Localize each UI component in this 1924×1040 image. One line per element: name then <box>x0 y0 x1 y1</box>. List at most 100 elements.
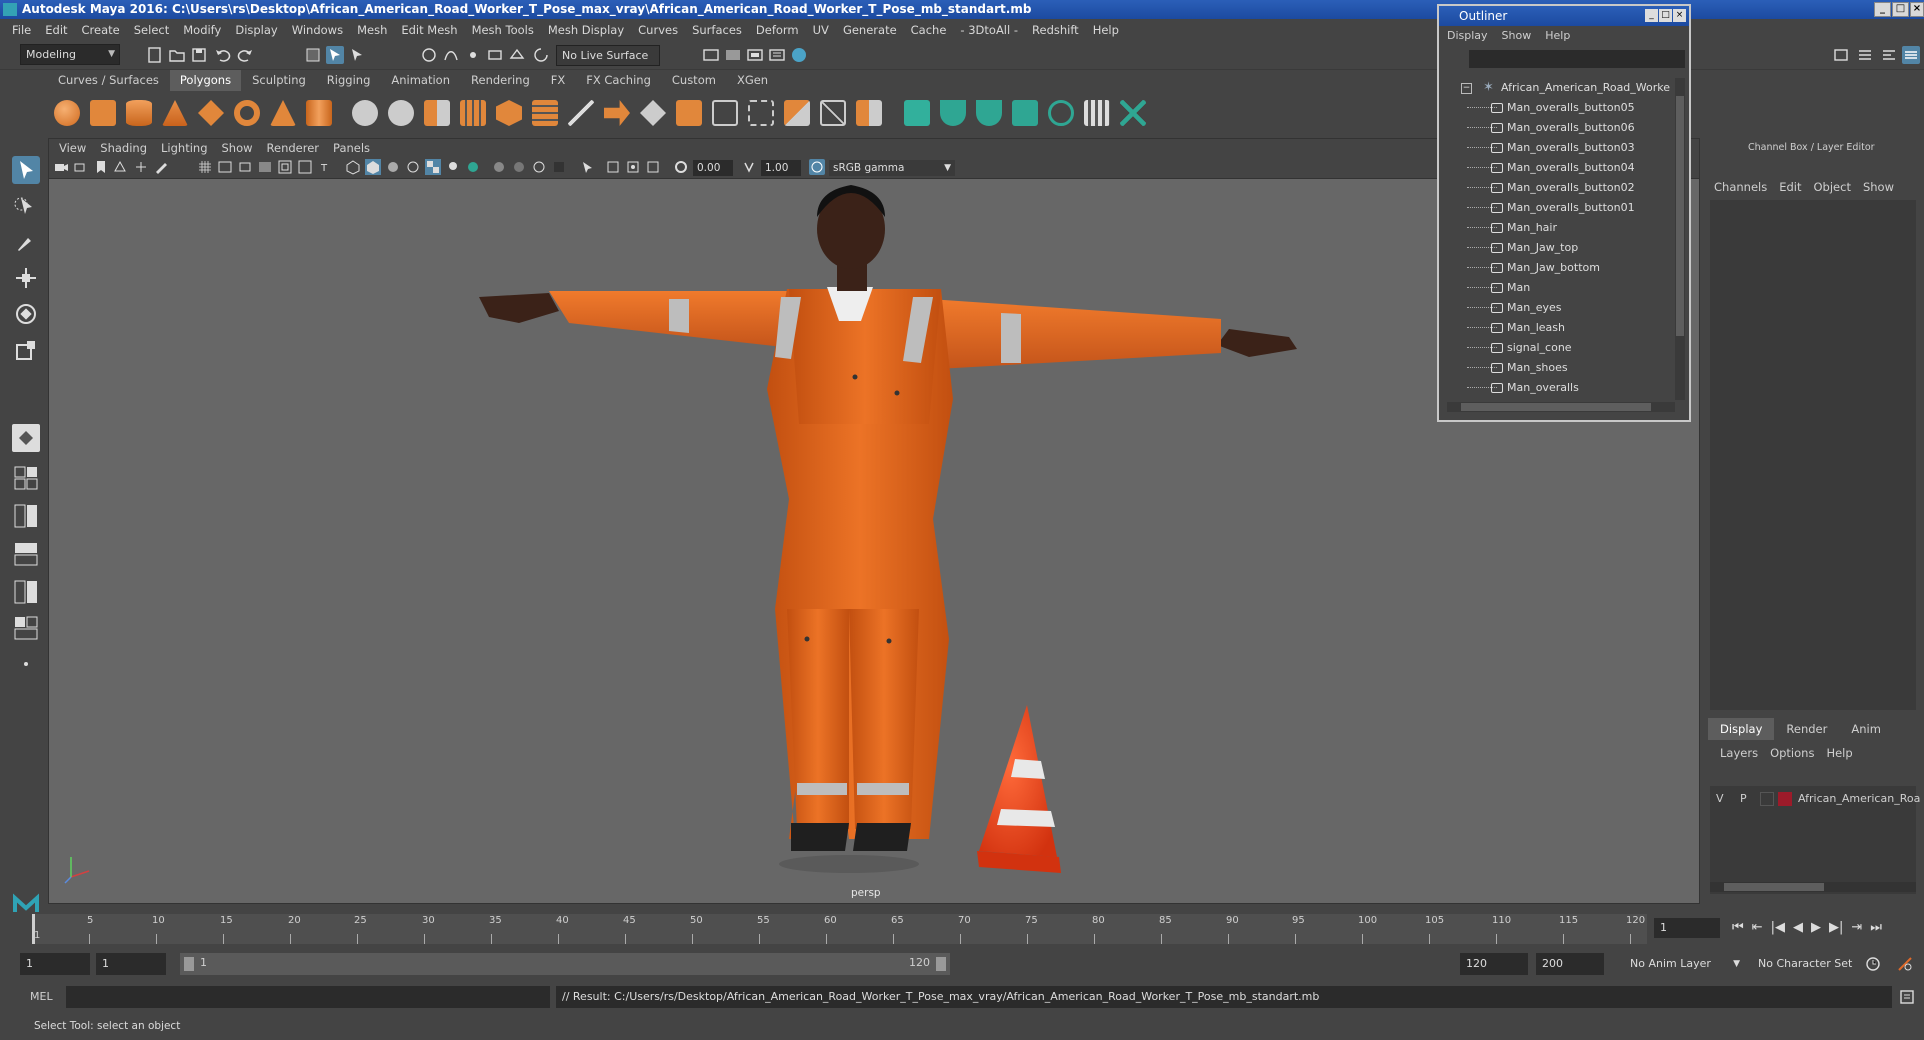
remesh-icon[interactable] <box>532 100 558 126</box>
close-icon[interactable]: × <box>1673 9 1686 22</box>
auto-key-icon[interactable] <box>1864 955 1882 973</box>
shelf-tab-sculpting[interactable]: Sculpting <box>242 70 316 91</box>
outliner-menu-help[interactable]: Help <box>1545 26 1570 46</box>
shelf-tab-xgen[interactable]: XGen <box>727 70 778 91</box>
maximize-icon[interactable]: □ <box>1659 9 1672 22</box>
time-slider[interactable]: 1 5 10 15 20 25 30 35 40 45 50 55 60 65 … <box>0 912 1924 948</box>
animation-start-field[interactable]: 1 <box>20 953 90 975</box>
layer-playback-toggle[interactable]: P <box>1740 792 1747 805</box>
channel-box-icon[interactable] <box>1902 46 1920 64</box>
menu-help[interactable]: Help <box>1093 23 1119 37</box>
outliner-item[interactable]: Man_overalls_button01 <box>1447 198 1671 218</box>
combine-icon[interactable] <box>352 100 378 126</box>
scrollbar-thumb[interactable] <box>1461 403 1651 411</box>
animation-preferences-icon[interactable] <box>1896 955 1914 973</box>
menu-uv[interactable]: UV <box>813 23 829 37</box>
layer-color-swatch[interactable] <box>1778 792 1792 806</box>
range-slider[interactable]: 1 120 <box>180 953 950 975</box>
outliner-filter-input[interactable] <box>1469 50 1685 68</box>
outliner-vertical-scrollbar[interactable] <box>1675 78 1685 400</box>
animation-end-field[interactable]: 200 <box>1536 953 1604 975</box>
move-tool-icon[interactable] <box>12 264 40 292</box>
menu-deform[interactable]: Deform <box>756 23 799 37</box>
snap-grid-icon[interactable] <box>420 46 438 64</box>
menu-display[interactable]: Display <box>235 23 277 37</box>
lasso-tool-icon[interactable] <box>12 192 40 220</box>
menu-generate[interactable]: Generate <box>843 23 897 37</box>
layer-visibility-toggle[interactable]: V <box>1716 792 1724 805</box>
step-forward-frame-icon[interactable]: ▶| <box>1829 920 1843 935</box>
collapse-icon[interactable]: − <box>1461 83 1472 94</box>
attribute-editor-icon[interactable] <box>1856 46 1874 64</box>
outliner-root-item[interactable]: − ✶ African_American_Road_Worker_ <box>1447 78 1671 98</box>
select-hierarchy-icon[interactable] <box>304 46 322 64</box>
menu-create[interactable]: Create <box>82 23 120 37</box>
separate-icon[interactable] <box>388 100 414 126</box>
ipr-render-icon[interactable] <box>746 46 764 64</box>
uv-planar-icon[interactable] <box>904 100 930 126</box>
current-time-indicator[interactable] <box>32 914 35 944</box>
play-forwards-icon[interactable]: ▶ <box>1811 920 1821 935</box>
layer-menu-options[interactable]: Options <box>1770 746 1814 760</box>
multi-cut-icon[interactable] <box>568 100 594 126</box>
outliner-menu-display[interactable]: Display <box>1447 26 1488 46</box>
minimize-icon[interactable]: _ <box>1874 2 1891 17</box>
playback-start-field[interactable]: 1 <box>96 953 166 975</box>
select-tool-icon[interactable] <box>12 156 40 184</box>
layer-menu-layers[interactable]: Layers <box>1720 746 1758 760</box>
uv-automatic-icon[interactable] <box>1012 100 1038 126</box>
snap-view-plane-icon[interactable] <box>486 46 504 64</box>
layer-type-toggle[interactable] <box>1760 792 1774 806</box>
poly-torus-icon[interactable] <box>234 100 260 126</box>
smooth-icon[interactable] <box>460 100 486 126</box>
command-language-label[interactable]: MEL <box>30 990 53 1003</box>
outliner-item[interactable]: Man_shoes <box>1447 358 1671 378</box>
undo-icon[interactable] <box>214 46 232 64</box>
outliner-item[interactable]: Man_hair <box>1447 218 1671 238</box>
poly-plane-icon[interactable] <box>198 100 224 126</box>
shelf-tab-fx[interactable]: FX <box>541 70 576 91</box>
merge-icon[interactable] <box>856 100 882 126</box>
tool-settings-icon[interactable] <box>1880 46 1898 64</box>
outliner-item[interactable]: Man_Jaw_bottom <box>1447 258 1671 278</box>
uv-layout-icon[interactable] <box>1120 100 1146 126</box>
single-perspective-layout-icon[interactable] <box>12 424 40 452</box>
playback-end-field[interactable]: 120 <box>1460 953 1528 975</box>
channel-menu-show[interactable]: Show <box>1863 180 1894 194</box>
minimize-icon[interactable]: _ <box>1645 9 1658 22</box>
new-scene-icon[interactable] <box>146 46 164 64</box>
live-surface-field[interactable]: No Live Surface <box>556 45 660 66</box>
menu-cache[interactable]: Cache <box>911 23 947 37</box>
hypershade-layout-icon[interactable] <box>12 578 40 606</box>
paint-select-tool-icon[interactable] <box>12 228 40 256</box>
character-set-dropdown[interactable]: No Character Set <box>1752 953 1870 975</box>
shelf-tab-custom[interactable]: Custom <box>662 70 726 91</box>
menu-select[interactable]: Select <box>134 23 169 37</box>
script-editor-icon[interactable] <box>1898 988 1916 1006</box>
play-backwards-icon[interactable]: ◀ <box>1793 920 1803 935</box>
bridge-icon[interactable] <box>640 100 666 126</box>
uv-unfold-icon[interactable] <box>1048 100 1074 126</box>
step-forward-key-icon[interactable]: ⇥ <box>1851 920 1862 935</box>
go-to-start-icon[interactable]: ⏮ <box>1732 920 1744 935</box>
outliner-item[interactable]: Man <box>1447 278 1671 298</box>
step-back-frame-icon[interactable]: |◀ <box>1771 920 1785 935</box>
modeling-toolkit-icon[interactable] <box>1832 46 1850 64</box>
outliner-item[interactable]: Man_overalls <box>1447 378 1671 398</box>
outliner-horizontal-scrollbar[interactable] <box>1447 402 1675 412</box>
layer-tab-anim[interactable]: Anim <box>1839 718 1893 740</box>
go-to-end-icon[interactable]: ⏭ <box>1870 920 1882 935</box>
menu-mesh-tools[interactable]: Mesh Tools <box>472 23 534 37</box>
range-start-handle[interactable] <box>184 957 194 971</box>
menu-curves[interactable]: Curves <box>638 23 678 37</box>
snap-surface-icon[interactable] <box>508 46 526 64</box>
menu-3dtoall[interactable]: - 3DtoAll - <box>960 23 1018 37</box>
menu-surfaces[interactable]: Surfaces <box>692 23 742 37</box>
menu-edit[interactable]: Edit <box>45 23 67 37</box>
open-scene-icon[interactable] <box>168 46 186 64</box>
insert-edge-loop-icon[interactable] <box>712 100 738 126</box>
layer-tab-display[interactable]: Display <box>1708 718 1775 740</box>
maximize-icon[interactable]: □ <box>1892 2 1909 17</box>
rotate-tool-icon[interactable] <box>12 300 40 328</box>
step-back-key-icon[interactable]: ⇤ <box>1752 920 1763 935</box>
